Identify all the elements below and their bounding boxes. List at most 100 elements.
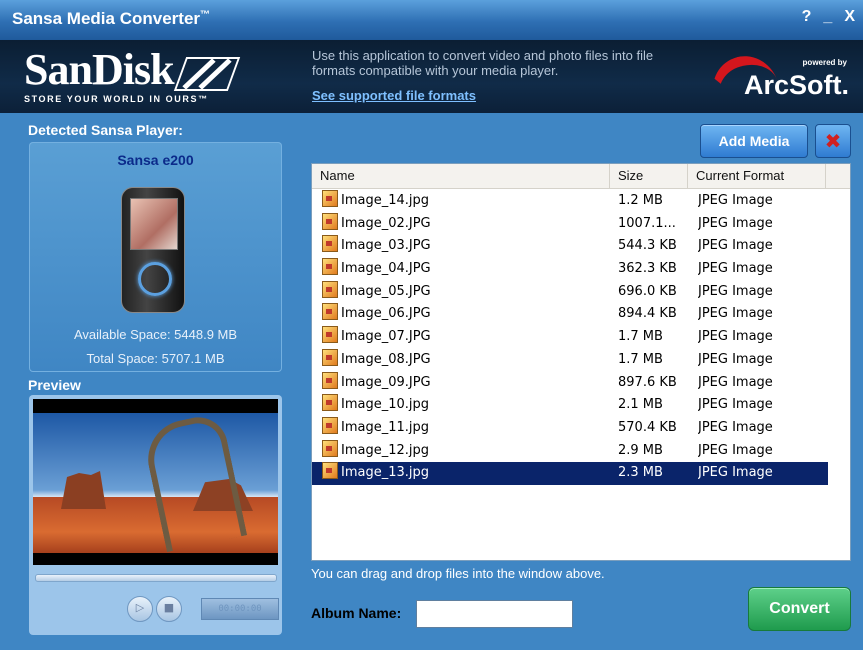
- table-row[interactable]: Image_08.JPG 1.7 MB JPEG Image: [312, 348, 828, 372]
- player-name: Sansa e200: [117, 152, 194, 168]
- window-title: Sansa Media Converter™: [12, 9, 211, 28]
- window-controls: ? _ X: [802, 8, 855, 26]
- column-current-format[interactable]: Current Format: [688, 164, 826, 188]
- file-format: JPEG Image: [698, 329, 773, 345]
- file-list[interactable]: Name Size Current Format Image_14.jpg 1.2…: [311, 163, 851, 561]
- total-space: Total Space: 5707.1 MB: [86, 351, 225, 366]
- jpeg-file-icon: [322, 371, 338, 389]
- supported-formats-link[interactable]: See supported file formats: [312, 88, 476, 103]
- file-size: 2.1 MB: [618, 397, 663, 413]
- file-name: Image_13.jpg: [341, 465, 430, 481]
- detected-player-label: Detected Sansa Player:: [28, 122, 183, 138]
- file-size: 894.4 KB: [618, 306, 677, 322]
- file-name: Image_07.JPG: [341, 329, 431, 345]
- player-screen: [130, 198, 178, 250]
- file-size: 1.7 MB: [618, 351, 663, 367]
- file-name: Image_02.JPG: [341, 215, 431, 231]
- play-icon: ▷: [135, 601, 145, 614]
- file-format: JPEG Image: [698, 261, 773, 277]
- file-name: Image_06.JPG: [341, 306, 431, 322]
- table-row[interactable]: Image_06.JPG 894.4 KB JPEG Image: [312, 303, 828, 326]
- jpeg-file-icon: [322, 280, 338, 298]
- drag-drop-hint: You can drag and drop files into the win…: [311, 566, 605, 581]
- playback-timer: 00:00:00: [201, 598, 279, 620]
- file-format: JPEG Image: [698, 351, 773, 367]
- sansa-player-image: [121, 187, 185, 313]
- table-row-selected[interactable]: Image_13.jpg 2.3 MB JPEG Image: [312, 462, 828, 485]
- app-window: Sansa Media Converter™ ? _ X SanDisk STO…: [0, 0, 863, 650]
- sandisk-logo: SanDisk STORE YOUR WORLD IN OURS™: [24, 48, 240, 104]
- preview-seek-bar[interactable]: [35, 574, 277, 582]
- sandisk-mark-icon: [173, 56, 240, 91]
- powered-by-text: powered by: [802, 58, 847, 67]
- column-name[interactable]: Name: [312, 164, 610, 188]
- jpeg-file-icon: [322, 462, 338, 480]
- jpeg-file-icon: [322, 235, 338, 253]
- preview-panel: ▷ ■ 00:00:00: [29, 395, 282, 635]
- table-row[interactable]: Image_11.jpg 570.4 KB JPEG Image: [312, 416, 828, 440]
- table-row[interactable]: Image_07.JPG 1.7 MB JPEG Image: [312, 326, 828, 349]
- file-size: 2.3 MB: [618, 465, 663, 481]
- stop-button[interactable]: ■: [156, 596, 182, 622]
- file-format: JPEG Image: [698, 215, 773, 231]
- table-row[interactable]: Image_12.jpg 2.9 MB JPEG Image: [312, 439, 828, 463]
- player-wheel: [138, 262, 172, 296]
- help-button[interactable]: ?: [802, 8, 812, 26]
- title-bar: Sansa Media Converter™ ? _ X: [0, 0, 863, 40]
- convert-button[interactable]: Convert: [748, 587, 851, 631]
- arcsoft-logo: powered by ArcSoft.: [703, 46, 853, 136]
- file-name: Image_05.JPG: [341, 283, 431, 299]
- file-size: 2.9 MB: [618, 442, 663, 458]
- preview-image: [33, 399, 278, 565]
- file-name: Image_08.JPG: [341, 351, 431, 367]
- jpeg-file-icon: [322, 394, 338, 412]
- table-row[interactable]: Image_10.jpg 2.1 MB JPEG Image: [312, 394, 828, 417]
- jpeg-file-icon: [322, 348, 338, 366]
- play-button[interactable]: ▷: [127, 596, 153, 622]
- file-size: 570.4 KB: [618, 419, 677, 435]
- file-name: Image_12.jpg: [341, 442, 430, 458]
- app-description: Use this application to convert video an…: [312, 48, 654, 78]
- remove-media-button[interactable]: ✖: [815, 124, 851, 158]
- sandisk-tagline: STORE YOUR WORLD IN OURS™: [24, 94, 209, 104]
- file-format: JPEG Image: [698, 397, 773, 413]
- album-name-input[interactable]: [416, 600, 573, 628]
- file-size: 897.6 KB: [618, 374, 677, 390]
- table-row[interactable]: Image_05.JPG 696.0 KB JPEG Image: [312, 280, 828, 304]
- stop-icon: ■: [163, 601, 175, 614]
- file-size: 696.0 KB: [618, 283, 677, 299]
- table-row[interactable]: Image_04.JPG 362.3 KB JPEG Image: [312, 258, 828, 281]
- player-panel: Sansa e200 Available Space: 5448.9 MB To…: [29, 142, 282, 372]
- jpeg-file-icon: [322, 326, 338, 344]
- jpeg-file-icon: [322, 190, 338, 207]
- arcsoft-name: ArcSoft.: [743, 70, 849, 100]
- file-name: Image_03.JPG: [341, 238, 431, 254]
- file-size: 1007.1...: [618, 215, 676, 231]
- table-row[interactable]: Image_03.JPG 544.3 KB JPEG Image: [312, 235, 828, 258]
- preview-label: Preview: [28, 377, 81, 393]
- file-format: JPEG Image: [698, 419, 773, 435]
- file-size: 1.7 MB: [618, 329, 663, 345]
- add-media-button[interactable]: Add Media: [700, 124, 808, 158]
- jpeg-file-icon: [322, 303, 338, 321]
- file-size: 1.2 MB: [618, 193, 663, 208]
- file-format: JPEG Image: [698, 442, 773, 458]
- column-size[interactable]: Size: [610, 164, 688, 188]
- close-button[interactable]: X: [844, 8, 855, 26]
- header-banner: SanDisk STORE YOUR WORLD IN OURS™ Use th…: [0, 40, 863, 136]
- jpeg-file-icon: [322, 212, 338, 230]
- file-name: Image_09.JPG: [341, 374, 431, 390]
- jpeg-file-icon: [322, 258, 338, 276]
- jpeg-file-icon: [322, 416, 338, 434]
- file-size: 362.3 KB: [618, 261, 677, 277]
- minimize-button[interactable]: _: [823, 8, 832, 26]
- delete-x-icon: ✖: [824, 129, 842, 153]
- file-size: 544.3 KB: [618, 238, 677, 254]
- file-list-header: Name Size Current Format: [312, 164, 850, 189]
- file-format: JPEG Image: [698, 238, 773, 254]
- file-format: JPEG Image: [698, 306, 773, 322]
- table-row[interactable]: Image_02.JPG 1007.1... JPEG Image: [312, 212, 828, 236]
- table-row[interactable]: Image_09.JPG 897.6 KB JPEG Image: [312, 371, 828, 395]
- file-name: Image_14.jpg: [341, 193, 430, 208]
- table-row[interactable]: Image_14.jpg 1.2 MB JPEG Image: [312, 190, 828, 213]
